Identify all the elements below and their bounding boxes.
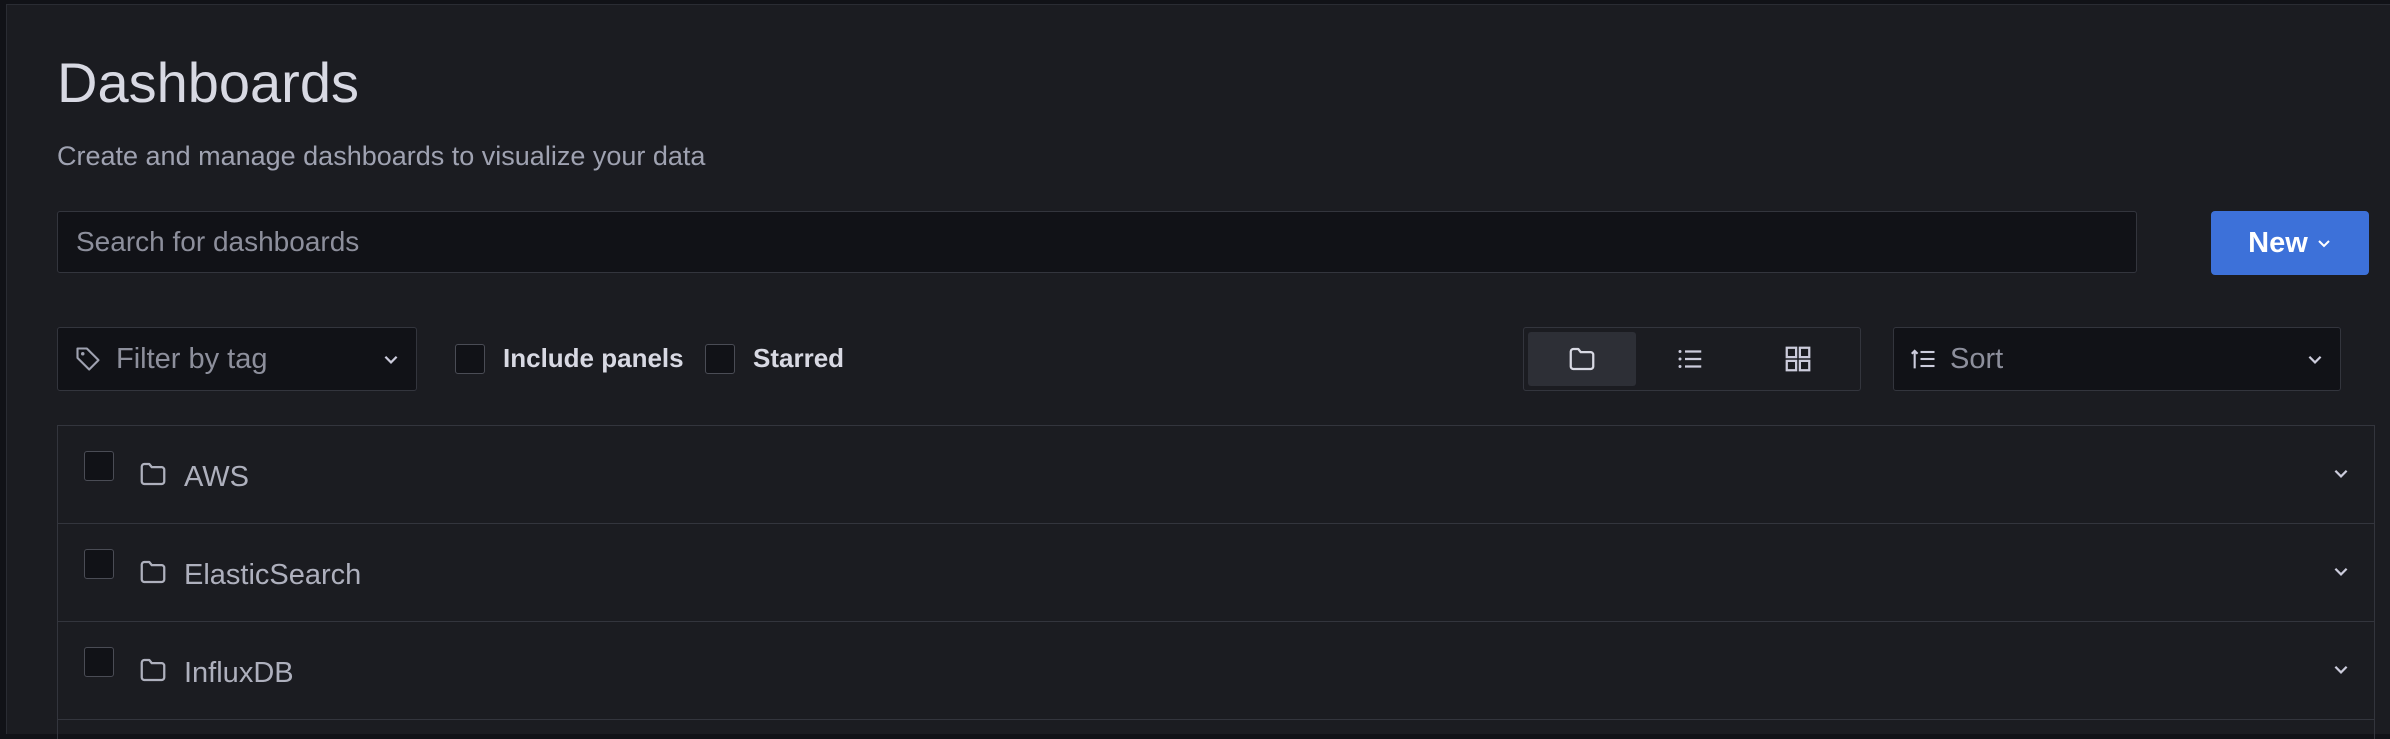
list-view-button[interactable] (1636, 332, 1744, 386)
filter-by-tag-select[interactable]: Filter by tag (57, 327, 417, 391)
chevron-down-icon[interactable] (2332, 464, 2350, 482)
grid-icon (1783, 344, 1813, 374)
folder-name[interactable]: ElasticSearch (184, 559, 361, 592)
view-mode-toggle (1523, 327, 1861, 391)
folder-icon (138, 459, 168, 489)
folder-icon (1567, 344, 1597, 374)
folder-view-button[interactable] (1528, 332, 1636, 386)
sort-select[interactable]: Sort (1893, 327, 2341, 391)
folder-name[interactable]: AWS (184, 461, 249, 494)
folder-icon (138, 655, 168, 685)
include-panels-toggle[interactable]: Include panels (455, 343, 684, 374)
starred-toggle[interactable]: Starred (705, 343, 844, 374)
starred-label: Starred (753, 343, 845, 373)
new-button-label: New (2248, 226, 2308, 259)
sort-icon (1910, 345, 1938, 373)
page-title: Dashboards (57, 51, 359, 114)
chevron-down-icon[interactable] (2332, 660, 2350, 678)
starred-checkbox[interactable] (705, 343, 735, 374)
folder-icon (138, 557, 168, 587)
include-panels-checkbox[interactable] (455, 343, 485, 374)
chevron-down-icon (2306, 350, 2324, 368)
include-panels-label: Include panels (503, 343, 684, 373)
folder-checkbox[interactable] (84, 647, 114, 677)
list-icon (1675, 344, 1705, 374)
chevron-down-icon (382, 350, 400, 368)
chevron-down-icon (2316, 235, 2332, 251)
folder-checkbox[interactable] (84, 549, 114, 579)
chevron-down-icon[interactable] (2332, 562, 2350, 580)
folder-name[interactable]: InfluxDB (184, 657, 294, 690)
page-subtitle: Create and manage dashboards to visualiz… (57, 141, 706, 171)
tag-icon (74, 345, 102, 373)
folder-row[interactable]: InfluxDB (58, 622, 2374, 720)
folder-list: AWS ElasticSearch InfluxDB (57, 425, 2375, 739)
sort-placeholder: Sort (1950, 342, 2004, 375)
filter-by-tag-placeholder: Filter by tag (116, 342, 268, 375)
folder-row[interactable]: ElasticSearch (58, 524, 2374, 622)
search-box[interactable] (57, 211, 2137, 273)
new-button[interactable]: New (2211, 211, 2369, 275)
folder-row[interactable]: AWS (58, 426, 2374, 524)
folder-checkbox[interactable] (84, 451, 114, 481)
grid-view-button[interactable] (1744, 332, 1852, 386)
search-input[interactable] (58, 212, 2136, 272)
dashboards-page: Dashboards Create and manage dashboards … (6, 4, 2390, 739)
